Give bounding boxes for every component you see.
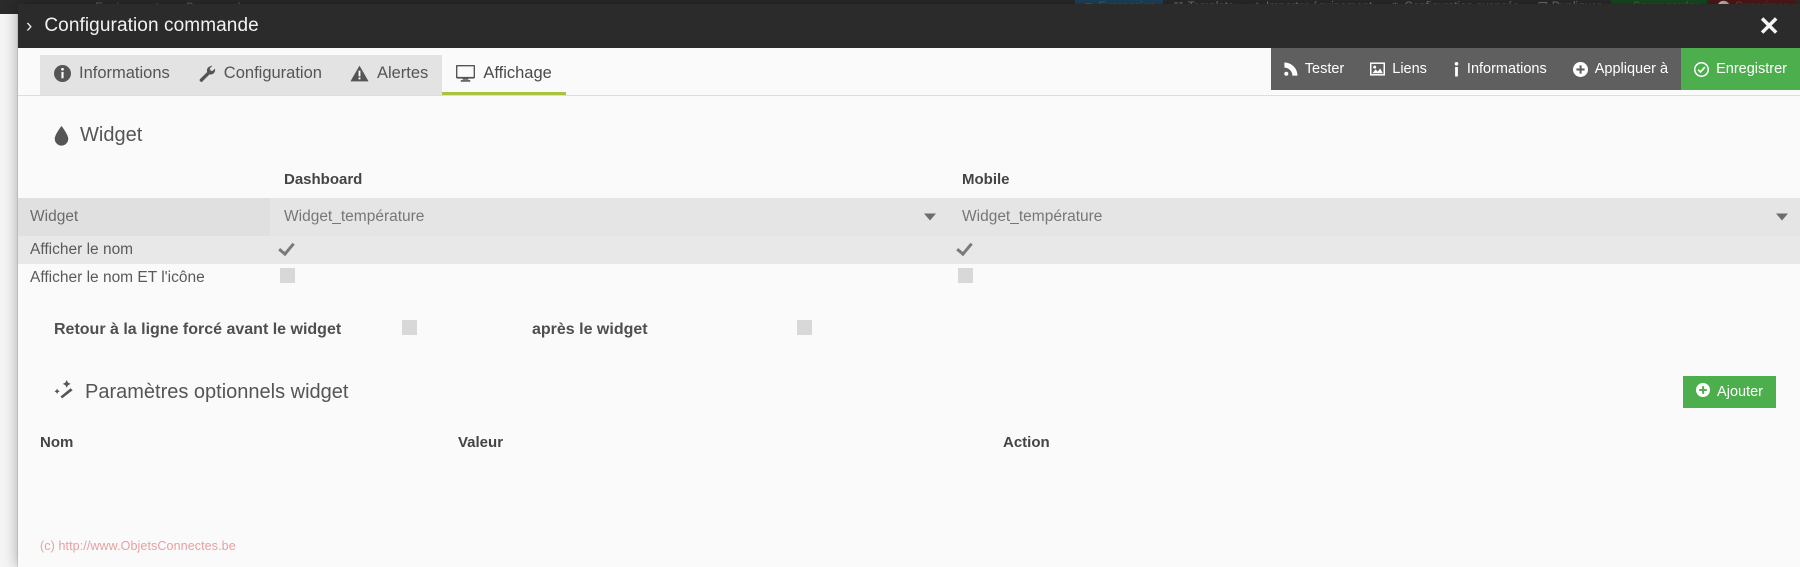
tint-icon xyxy=(54,125,69,146)
optional-params-table-header: Nom Valeur Action xyxy=(18,434,1800,451)
tab-alertes[interactable]: Alertes xyxy=(335,55,443,95)
desktop-icon xyxy=(456,65,476,82)
ajouter-button[interactable]: Ajouter xyxy=(1683,376,1776,408)
background-left-rail xyxy=(0,14,18,567)
action-label: Informations xyxy=(1466,61,1547,77)
show-name-icon-dashboard-checkbox[interactable] xyxy=(280,268,295,283)
liens-button[interactable]: Liens xyxy=(1357,48,1440,90)
magic-wand-icon xyxy=(54,379,74,405)
line-break-before-cell xyxy=(402,320,532,340)
show-name-icon-mobile-cell xyxy=(948,268,1800,288)
show-name-icon-dashboard-cell xyxy=(270,268,948,288)
tab-label: Configuration xyxy=(223,64,322,82)
section-heading-label: Widget xyxy=(80,124,143,146)
action-label: Tester xyxy=(1304,61,1345,77)
widget-dashboard-select-value: Widget_température xyxy=(284,208,425,225)
column-header-spacer xyxy=(18,171,270,188)
show-name-mobile-cell xyxy=(948,240,1800,260)
tester-button[interactable]: Tester xyxy=(1270,48,1358,90)
close-icon[interactable]: ✕ xyxy=(1754,13,1784,39)
page-title: Configuration commande xyxy=(44,15,259,36)
show-name-dashboard-cell xyxy=(270,240,948,260)
affichage-content: Widget Dashboard Mobile Widget Widget_te… xyxy=(18,96,1800,451)
widget-mobile-select[interactable]: Widget_température xyxy=(948,198,1800,236)
tab-strip: Informations Configuration Alertes Affic… xyxy=(18,48,1800,96)
tab-configuration[interactable]: Configuration xyxy=(183,55,336,95)
tab-affichage[interactable]: Affichage xyxy=(442,55,566,95)
show-name-mobile-checkbox[interactable] xyxy=(958,240,975,255)
image-icon xyxy=(1370,62,1386,76)
appliquer-a-button[interactable]: Appliquer à xyxy=(1559,48,1682,90)
show-name-icon-label: Afficher le nom ET l'icône xyxy=(30,269,205,286)
line-break-row: Retour à la ligne forcé avant le widget … xyxy=(18,320,1800,340)
rss-icon xyxy=(1284,62,1298,76)
optional-params-label: Paramètres optionnels widget xyxy=(85,380,349,403)
show-name-row: Afficher le nom xyxy=(18,236,1800,264)
widget-mobile-select-value: Widget_température xyxy=(962,208,1103,225)
widget-dashboard-select[interactable]: Widget_température xyxy=(270,198,948,236)
line-break-after-checkbox[interactable] xyxy=(797,320,812,335)
chevron-right-icon: › xyxy=(26,15,33,37)
tab-label: Affichage xyxy=(483,64,552,82)
widget-row-label: Widget xyxy=(18,198,270,236)
line-break-after-label: après le widget xyxy=(532,321,648,338)
column-header-mobile: Mobile xyxy=(962,171,1010,188)
action-label: Liens xyxy=(1392,61,1427,77)
show-name-dashboard-checkbox[interactable] xyxy=(280,240,297,255)
warning-triangle-icon xyxy=(350,65,369,82)
tab-list: Informations Configuration Alertes Affic… xyxy=(40,55,566,95)
action-label: Appliquer à xyxy=(1594,61,1669,77)
dialog-header: › Configuration commande ✕ xyxy=(18,4,1800,48)
tab-label: Alertes xyxy=(376,64,429,82)
table-header-action: Action xyxy=(1003,434,1050,451)
wrench-icon xyxy=(198,65,216,82)
tab-label: Informations xyxy=(79,64,170,82)
configuration-commande-dialog: › Configuration commande ✕ Informations … xyxy=(18,4,1800,567)
tab-informations[interactable]: Informations xyxy=(40,55,184,95)
table-header-valeur: Valeur xyxy=(458,434,504,451)
line-break-before-checkbox[interactable] xyxy=(402,320,417,335)
enregistrer-button[interactable]: Enregistrer xyxy=(1681,48,1800,90)
column-header-dashboard: Dashboard xyxy=(284,171,363,188)
ajouter-label: Ajouter xyxy=(1717,384,1763,400)
optional-params-title: Paramètres optionnels widget xyxy=(54,379,348,405)
info-circle-icon xyxy=(54,65,71,82)
line-break-before-label: Retour à la ligne forcé avant le widget xyxy=(54,321,342,338)
check-circle-icon xyxy=(1694,61,1710,77)
widget-section-heading: Widget xyxy=(18,96,1800,147)
informations-button[interactable]: Informations xyxy=(1439,48,1560,90)
show-name-icon-mobile-checkbox[interactable] xyxy=(958,268,973,283)
action-label: Enregistrer xyxy=(1716,61,1787,77)
action-button-bar: Tester Liens Informations Appliquer à En… xyxy=(1270,48,1800,90)
optional-params-section-heading: Paramètres optionnels widget Ajouter xyxy=(18,340,1800,408)
plus-circle-icon xyxy=(1572,61,1588,77)
plus-circle-icon xyxy=(1696,383,1711,401)
show-name-icon-row: Afficher le nom ET l'icône xyxy=(18,264,1800,292)
widget-column-headers: Dashboard Mobile xyxy=(18,171,1800,188)
chevron-down-icon xyxy=(1776,213,1788,221)
watermark: (c) http://www.ObjetsConnectes.be xyxy=(40,539,236,553)
chevron-down-icon xyxy=(924,213,936,221)
widget-select-row: Widget Widget_température Widget_tempéra… xyxy=(18,198,1800,236)
show-name-label: Afficher le nom xyxy=(30,241,134,258)
dialog-body: Informations Configuration Alertes Affic… xyxy=(18,48,1800,567)
table-header-nom: Nom xyxy=(40,434,74,451)
line-break-after-cell xyxy=(797,320,927,340)
info-icon xyxy=(1453,61,1460,77)
